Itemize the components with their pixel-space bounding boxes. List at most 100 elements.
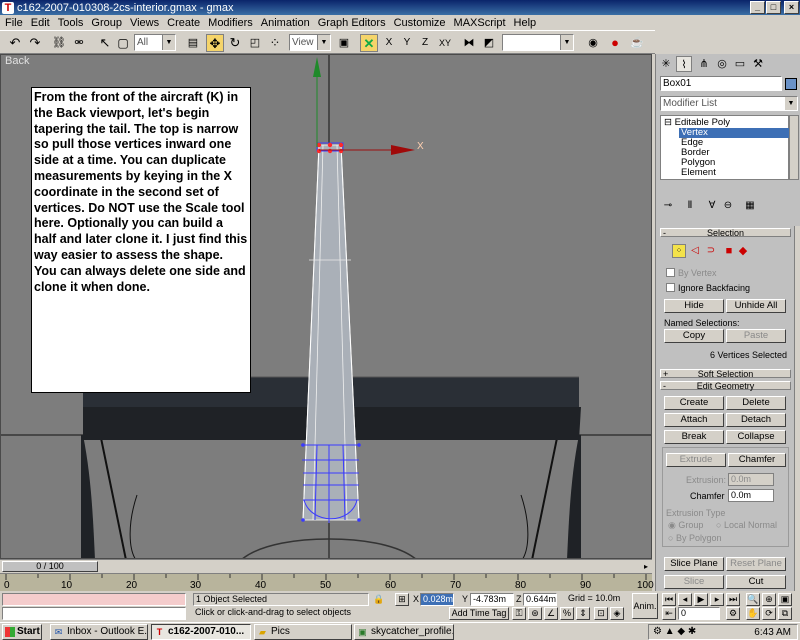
unhide-all-button[interactable]: Unhide All bbox=[726, 299, 786, 313]
minimize-button[interactable]: _ bbox=[750, 1, 765, 14]
teapot-icon[interactable]: ☕ bbox=[628, 34, 646, 52]
pivot-center-icon[interactable]: ▣ bbox=[335, 34, 353, 52]
menu-animation[interactable]: Animation bbox=[258, 17, 315, 29]
menu-modifiers[interactable]: Modifiers bbox=[205, 17, 258, 29]
next-frame-icon[interactable]: ▸ bbox=[710, 593, 724, 606]
maximize-viewport-icon[interactable]: ⧉ bbox=[778, 607, 792, 620]
edge-mode-icon[interactable]: ◁ bbox=[688, 244, 702, 258]
x-coord-field[interactable]: 0.028m bbox=[420, 593, 454, 606]
selection-filter-dropdown[interactable]: All ▼ bbox=[134, 34, 176, 51]
key-mode-icon[interactable]: ⇤ bbox=[662, 607, 676, 620]
stack-scrollbar[interactable] bbox=[789, 115, 799, 180]
viewport-label[interactable]: Back bbox=[5, 55, 29, 67]
show-end-result-icon[interactable]: Ⅱ bbox=[682, 198, 698, 214]
command-panel-scrollbar[interactable] bbox=[794, 226, 800, 591]
time-slider-thumb[interactable]: 0 / 100 bbox=[2, 561, 98, 572]
unlink-icon[interactable]: ⚮ bbox=[70, 34, 88, 52]
object-color-swatch[interactable] bbox=[785, 78, 797, 90]
local-normal-radio[interactable]: ○ Local Normal bbox=[716, 520, 777, 530]
link-icon[interactable]: ⛓ bbox=[50, 34, 68, 52]
absolute-mode-icon[interactable]: ⊞ bbox=[395, 593, 409, 606]
zoom-all-icon[interactable]: ⊕ bbox=[762, 593, 776, 606]
chamfer-spinner[interactable]: 0.0m bbox=[728, 489, 774, 502]
tail-fin-mesh[interactable] bbox=[301, 144, 361, 523]
mirror-icon[interactable]: ⧓ bbox=[460, 34, 478, 52]
chevron-right-icon[interactable]: ▸ bbox=[640, 561, 652, 572]
modify-tab-icon[interactable]: ⌇ bbox=[676, 56, 692, 72]
ignore-backfacing-checkbox[interactable] bbox=[666, 283, 675, 292]
axis-constraint-icon[interactable]: ✕ bbox=[360, 34, 378, 52]
maxscript-listener-field[interactable] bbox=[2, 593, 186, 606]
axis-y-button[interactable]: Y bbox=[398, 34, 416, 52]
polygon-mode-icon[interactable]: ■ bbox=[722, 244, 736, 258]
menu-help[interactable]: Help bbox=[511, 17, 542, 29]
goto-start-icon[interactable]: ⏮ bbox=[662, 593, 676, 606]
start-button[interactable]: Start bbox=[2, 624, 42, 640]
soft-selection-rollout-header[interactable]: + Soft Selection bbox=[660, 369, 791, 379]
cut-button[interactable]: Cut bbox=[726, 575, 786, 589]
arc-rotate-icon[interactable]: ⟳ bbox=[762, 607, 776, 620]
zoom-extents-icon[interactable]: ▣ bbox=[778, 593, 792, 606]
reference-coord-dropdown[interactable]: View ▼ bbox=[289, 34, 331, 51]
edit-geometry-rollout-header[interactable]: - Edit Geometry bbox=[660, 381, 791, 391]
play-icon[interactable]: ▶ bbox=[694, 593, 708, 606]
pivot-icon[interactable]: ⁘ bbox=[266, 34, 284, 52]
select-icon[interactable]: ↖ bbox=[96, 34, 114, 52]
zoom-icon[interactable]: 🔍 bbox=[746, 593, 760, 606]
render-icon[interactable]: ● bbox=[606, 34, 624, 52]
attach-button[interactable]: Attach bbox=[664, 413, 724, 427]
make-unique-icon[interactable]: ∀ bbox=[704, 198, 720, 214]
menu-tools[interactable]: Tools bbox=[55, 17, 89, 29]
selection-rollout-header[interactable]: - Selection bbox=[660, 228, 791, 238]
task-outlook[interactable]: ✉ Inbox - Outlook E... bbox=[50, 624, 148, 640]
slice-plane-button[interactable]: Slice Plane bbox=[664, 557, 724, 571]
maximize-button[interactable]: □ bbox=[766, 1, 781, 14]
create-tab-icon[interactable]: ✳ bbox=[658, 56, 674, 72]
detach-button[interactable]: Detach bbox=[726, 413, 786, 427]
angle-snap-icon[interactable]: ∠ bbox=[544, 607, 558, 620]
select-by-name-icon[interactable]: ▤ bbox=[184, 34, 202, 52]
modifier-stack[interactable]: ⊟ Editable Poly Vertex Edge Border Polyg… bbox=[660, 115, 789, 180]
reset-plane-button[interactable]: Reset Plane bbox=[726, 557, 786, 571]
element-mode-icon[interactable]: ◆ bbox=[736, 244, 750, 258]
named-selection-dropdown[interactable]: ▼ bbox=[502, 34, 574, 51]
menu-maxscript[interactable]: MAXScript bbox=[451, 17, 511, 29]
axis-z-button[interactable]: Z bbox=[416, 34, 434, 52]
display-tab-icon[interactable]: ▭ bbox=[732, 56, 748, 72]
time-config-icon[interactable]: ⚙ bbox=[726, 607, 740, 620]
configure-sets-icon[interactable]: ▦ bbox=[742, 198, 758, 214]
move-gizmo[interactable]: X bbox=[313, 57, 424, 155]
border-mode-icon[interactable]: ⊃ bbox=[704, 244, 718, 258]
scale-icon[interactable]: ◰ bbox=[246, 34, 264, 52]
prev-frame-icon[interactable]: ◂ bbox=[678, 593, 692, 606]
menu-file[interactable]: File bbox=[2, 17, 28, 29]
close-button[interactable]: × bbox=[784, 1, 799, 14]
group-radio[interactable]: ◉ Group bbox=[668, 520, 703, 530]
menu-create[interactable]: Create bbox=[164, 17, 205, 29]
gmax-icon[interactable]: T bbox=[2, 1, 14, 14]
back-viewport[interactable]: X Back From the front of the aircraft (K… bbox=[0, 54, 652, 559]
anim-button[interactable]: Anim. bbox=[632, 593, 658, 619]
lock-selection-icon[interactable]: 🔒 bbox=[373, 594, 384, 605]
remove-modifier-icon[interactable]: ⊖ bbox=[720, 198, 736, 214]
material-editor-icon[interactable]: ◉ bbox=[584, 34, 602, 52]
align-icon[interactable]: ◩ bbox=[480, 34, 498, 52]
pan-icon[interactable]: ✋ bbox=[746, 607, 760, 620]
maxscript-output-field[interactable] bbox=[2, 607, 186, 620]
pin-stack-icon[interactable]: ⊸ bbox=[660, 198, 676, 214]
chamfer-button[interactable]: Chamfer bbox=[728, 453, 786, 467]
menu-group[interactable]: Group bbox=[88, 17, 127, 29]
extrusion-spinner[interactable]: 0.0m bbox=[728, 473, 774, 486]
slice-button[interactable]: Slice bbox=[664, 575, 724, 589]
y-coord-field[interactable]: -4.783m bbox=[470, 593, 514, 606]
object-name-field[interactable]: Box01 bbox=[660, 76, 782, 91]
delete-button[interactable]: Delete bbox=[726, 396, 786, 410]
collapse-button[interactable]: Collapse bbox=[726, 430, 786, 444]
redo-icon[interactable]: ↷ bbox=[26, 34, 44, 52]
vertex-mode-icon[interactable]: ⁘ bbox=[672, 244, 686, 258]
time-slider[interactable]: ◂ 0 / 100 ▸ bbox=[0, 559, 652, 573]
stack-item-element[interactable]: Element bbox=[681, 168, 716, 178]
add-time-tag-button[interactable]: Add Time Tag bbox=[449, 607, 509, 620]
key-icon[interactable]: ⚿ bbox=[512, 607, 526, 620]
task-pics[interactable]: ▰ Pics bbox=[254, 624, 352, 640]
